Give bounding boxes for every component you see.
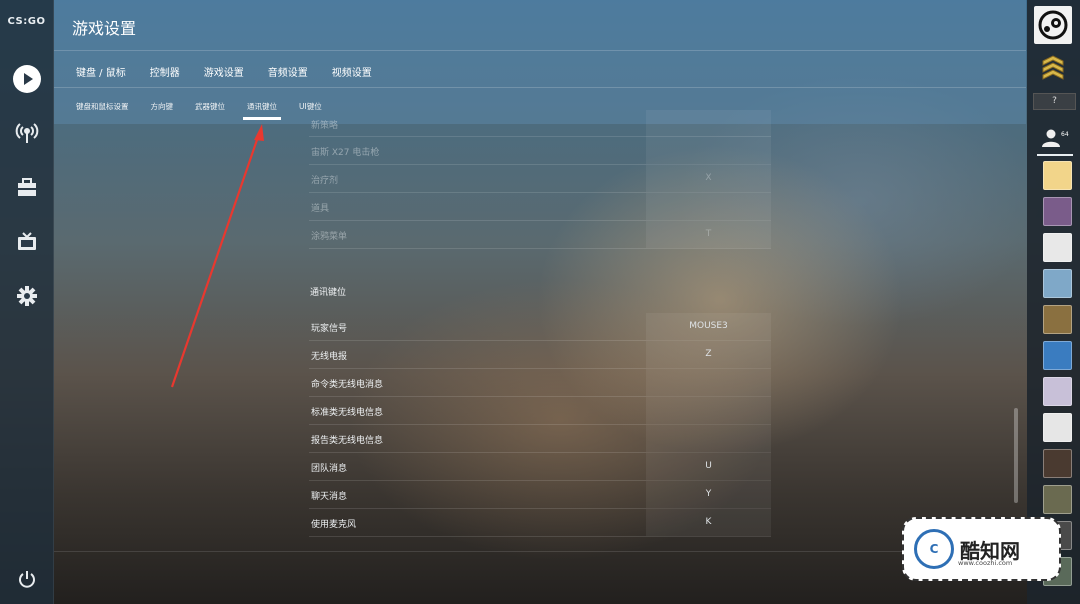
section-title-communication: 通讯键位 xyxy=(310,288,347,298)
friend-avatar[interactable] xyxy=(1043,233,1072,262)
list-item[interactable]: 团队消息 U xyxy=(309,453,771,481)
list-item[interactable]: 使用麦克风 K xyxy=(309,509,771,537)
friend-avatar[interactable] xyxy=(1043,413,1072,442)
right-sidebar: ? 64 xyxy=(1027,0,1080,604)
list-item[interactable]: 宙斯 X27 电击枪 xyxy=(309,137,771,165)
communication-key-list: 玩家信号 MOUSE3 无线电报 Z 命令类无线电消息 标准类无线电信息 报告类无线… xyxy=(309,313,771,537)
list-item[interactable]: 新策略 xyxy=(309,110,771,137)
friends-count: 64 xyxy=(1061,131,1069,138)
friend-avatar[interactable] xyxy=(1043,197,1072,226)
steam-icon[interactable] xyxy=(1034,6,1072,44)
unknown-rank-badge[interactable]: ? xyxy=(1033,93,1076,110)
scrollbar[interactable] xyxy=(1014,408,1018,503)
friend-avatar[interactable] xyxy=(1043,377,1072,406)
list-item[interactable]: 报告类无线电信息 xyxy=(309,425,771,453)
previous-key-list: 新策略 宙斯 X27 电击枪 治疗剂 X 道具 涂鸦菜单 T xyxy=(309,110,771,249)
list-item[interactable]: 标准类无线电信息 xyxy=(309,397,771,425)
list-item[interactable]: 聊天消息 Y xyxy=(309,481,771,509)
friend-avatar[interactable] xyxy=(1043,161,1072,190)
friend-avatar[interactable] xyxy=(1043,485,1072,514)
friend-avatar[interactable] xyxy=(1043,269,1072,298)
list-item[interactable]: 道具 xyxy=(309,193,771,221)
list-item[interactable]: 玩家信号 MOUSE3 xyxy=(309,313,771,341)
friends-icon[interactable] xyxy=(1041,128,1061,152)
list-item[interactable]: 命令类无线电消息 xyxy=(309,369,771,397)
coozhi-watermark: C 酷知网 www.coozhi.com xyxy=(902,517,1061,581)
list-item[interactable]: 涂鸦菜单 T xyxy=(309,221,771,249)
rank-chevron-icon[interactable] xyxy=(1041,55,1065,89)
watermark-url: www.coozhi.com xyxy=(958,559,1013,567)
footer-divider xyxy=(54,551,1026,552)
coozhi-logo-icon: C xyxy=(914,529,954,569)
friends-underline xyxy=(1037,154,1073,156)
list-item[interactable]: 无线电报 Z xyxy=(309,341,771,369)
friend-avatar[interactable] xyxy=(1043,449,1072,478)
friend-avatar[interactable] xyxy=(1043,341,1072,370)
friend-avatar[interactable] xyxy=(1043,305,1072,334)
list-item[interactable]: 治疗剂 X xyxy=(309,165,771,193)
